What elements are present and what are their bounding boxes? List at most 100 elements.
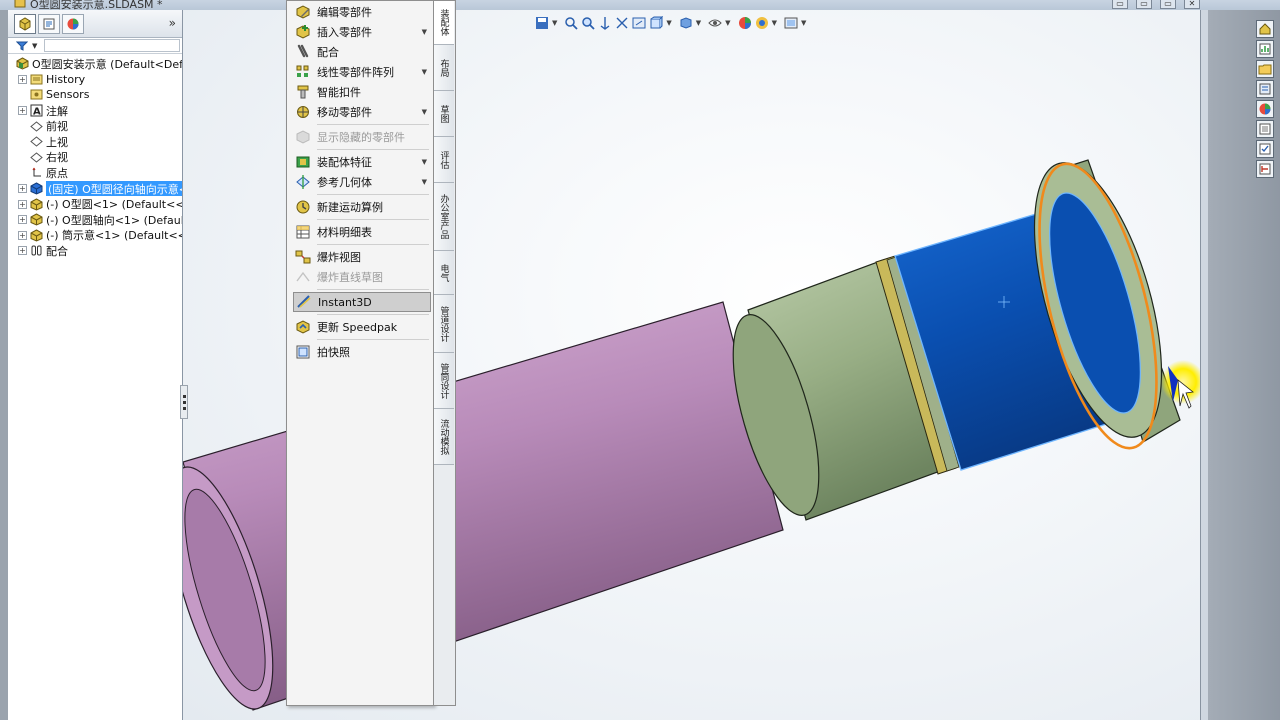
tab-flow-simulation[interactable]: 流动模拟 [434, 409, 454, 465]
tree-item-annotations[interactable]: + A 注解 [8, 103, 182, 119]
menu-item-bom[interactable]: 材料明细表 [287, 222, 433, 242]
tree-item-oring-axial[interactable]: + (-) O型圆轴向<1> (Default [8, 212, 182, 228]
menu-item-insert-component[interactable]: 插入零部件 ▼ [287, 22, 433, 42]
file-explorer-icon[interactable] [1256, 60, 1274, 78]
filter-input[interactable] [44, 39, 180, 52]
menu-item-assembly-features[interactable]: 装配体特征 ▼ [287, 152, 433, 172]
instant3d-icon [296, 294, 312, 310]
menu-item-update-speedpak[interactable]: 更新 Speedpak [287, 317, 433, 337]
tree-item-origin[interactable]: 原点 [8, 165, 182, 181]
menu-item-linear-pattern[interactable]: 线性零部件阵列 ▼ [287, 62, 433, 82]
explode-line-sketch-icon [295, 269, 311, 285]
tree-item-mates[interactable]: + 配合 [8, 243, 182, 259]
feature-manager-tab[interactable] [14, 13, 36, 34]
expand-toggle[interactable]: + [18, 246, 27, 256]
tree-item-oring[interactable]: + (-) O型圆<1> (Default<<D [8, 196, 182, 212]
menu-item-explode-line-sketch[interactable]: 爆炸直线草图 [287, 267, 433, 287]
custom-properties-icon[interactable] [1256, 120, 1274, 138]
tree-item-label: (-) O型圆<1> (Default<<D [46, 198, 182, 212]
panel-tabs: » [8, 10, 182, 38]
panel-splitter-handle[interactable] [180, 385, 188, 419]
section-view-icon[interactable] [615, 16, 629, 30]
filter-icon[interactable] [16, 41, 28, 51]
apply-scene-icon[interactable] [755, 16, 769, 30]
save-view-icon[interactable] [535, 16, 549, 30]
tree-item-label: Sensors [46, 88, 90, 102]
hide-show-items-icon[interactable] [708, 16, 722, 30]
menu-item-snapshot[interactable]: 拍快照 [287, 342, 433, 362]
tree-item-right-plane[interactable]: 右视 [8, 150, 182, 166]
property-manager-tab[interactable] [38, 13, 60, 34]
tile-button[interactable]: ▭ [1136, 0, 1152, 9]
maximize-button[interactable]: ▭ [1160, 0, 1176, 9]
zoom-area-icon[interactable] [581, 16, 596, 30]
expand-toggle[interactable]: + [18, 230, 27, 240]
tree-item-tube[interactable]: + (-) 筒示意<1> (Default<<D [8, 228, 182, 244]
display-manager-tab[interactable] [62, 13, 84, 34]
view-settings-icon[interactable] [784, 16, 798, 30]
forum-icon[interactable] [1256, 160, 1274, 178]
tab-evaluate[interactable]: 评估 [434, 137, 454, 183]
tree-item-label: 配合 [46, 244, 68, 258]
tasks-icon[interactable] [1256, 140, 1274, 158]
feature-tree-icon [19, 16, 31, 31]
appearances-icon[interactable] [1256, 100, 1274, 118]
close-button[interactable]: ✕ [1184, 0, 1200, 9]
tree-item-sensors[interactable]: Sensors [8, 87, 182, 103]
menu-item-smart-fasteners[interactable]: 智能扣件 [287, 82, 433, 102]
chevron-down-icon[interactable]: ▼ [666, 19, 671, 27]
design-library-icon[interactable] [1256, 40, 1274, 58]
restore-button[interactable]: ▭ [1112, 0, 1128, 9]
expand-toggle[interactable]: + [18, 106, 27, 116]
insert-component-icon [295, 24, 311, 40]
tab-electrical[interactable]: 电气 [434, 251, 454, 295]
purple-tube-part[interactable] [183, 301, 784, 720]
tab-sketch[interactable]: 草图 [434, 91, 454, 137]
previous-view-icon[interactable] [598, 16, 612, 30]
expand-toggle[interactable]: + [18, 184, 27, 194]
filter-dropdown-icon[interactable]: ▼ [32, 42, 37, 50]
expand-toggle[interactable]: + [18, 74, 27, 84]
menu-item-exploded-view[interactable]: 爆炸视图 [287, 247, 433, 267]
menu-item-reference-geometry[interactable]: 参考几何体 ▼ [287, 172, 433, 192]
expand-toggle[interactable]: + [18, 215, 27, 225]
chevron-down-icon[interactable]: ▼ [552, 19, 557, 27]
tree-item-fixed-part[interactable]: + (固定) O型圆径向轴向示意< [8, 180, 182, 197]
tree-item-top-plane[interactable]: 上视 [8, 134, 182, 150]
panel-expand-icon[interactable]: » [169, 16, 176, 30]
menu-item-move-component[interactable]: 移动零部件 ▼ [287, 102, 433, 122]
tree-item-history[interactable]: + History [8, 72, 182, 88]
chevron-down-icon[interactable]: ▼ [696, 19, 701, 27]
tree-root-assembly[interactable]: O型圆安装示意 (Default<Default [8, 56, 182, 72]
snapshot-icon [295, 344, 311, 360]
display-style-icon[interactable] [679, 16, 693, 30]
dynamic-annotation-icon[interactable] [632, 16, 646, 30]
menu-item-show-hidden[interactable]: 显示隐藏的零部件 [287, 127, 433, 147]
svg-text:A: A [33, 107, 41, 118]
view-orientation-icon[interactable] [649, 16, 664, 30]
tab-tubing[interactable]: 管筒设计 [434, 353, 454, 409]
bom-icon [295, 224, 311, 240]
view-palette-icon[interactable] [1256, 80, 1274, 98]
tab-office-products[interactable]: 办公室产品 [434, 183, 454, 251]
tab-piping[interactable]: 管道设计 [434, 295, 454, 353]
menu-item-mate[interactable]: 配合 [287, 42, 433, 62]
home-icon[interactable] [1256, 20, 1274, 38]
tab-assembly[interactable]: 装配体 [434, 1, 454, 45]
chevron-down-icon[interactable]: ▼ [725, 19, 730, 27]
tree-item-label: History [46, 72, 86, 86]
tree-item-label: 注解 [46, 104, 68, 118]
window-controls: ▭ ▭ ▭ ✕ [1112, 0, 1200, 9]
chevron-down-icon[interactable]: ▼ [772, 19, 777, 27]
menu-item-new-motion-study[interactable]: 新建运动算例 [287, 197, 433, 217]
menu-item-instant3d[interactable]: Instant3D [293, 292, 431, 312]
menu-item-edit-component[interactable]: 编辑零部件 [287, 2, 433, 22]
tree-item-label: 前视 [46, 120, 68, 134]
menu-separator [317, 124, 429, 125]
tree-item-front-plane[interactable]: 前视 [8, 118, 182, 134]
expand-toggle[interactable]: + [18, 199, 27, 209]
tab-layout[interactable]: 布局 [434, 45, 454, 91]
zoom-fit-icon[interactable] [564, 16, 579, 30]
chevron-down-icon[interactable]: ▼ [801, 19, 806, 27]
edit-appearance-icon[interactable] [738, 16, 752, 30]
